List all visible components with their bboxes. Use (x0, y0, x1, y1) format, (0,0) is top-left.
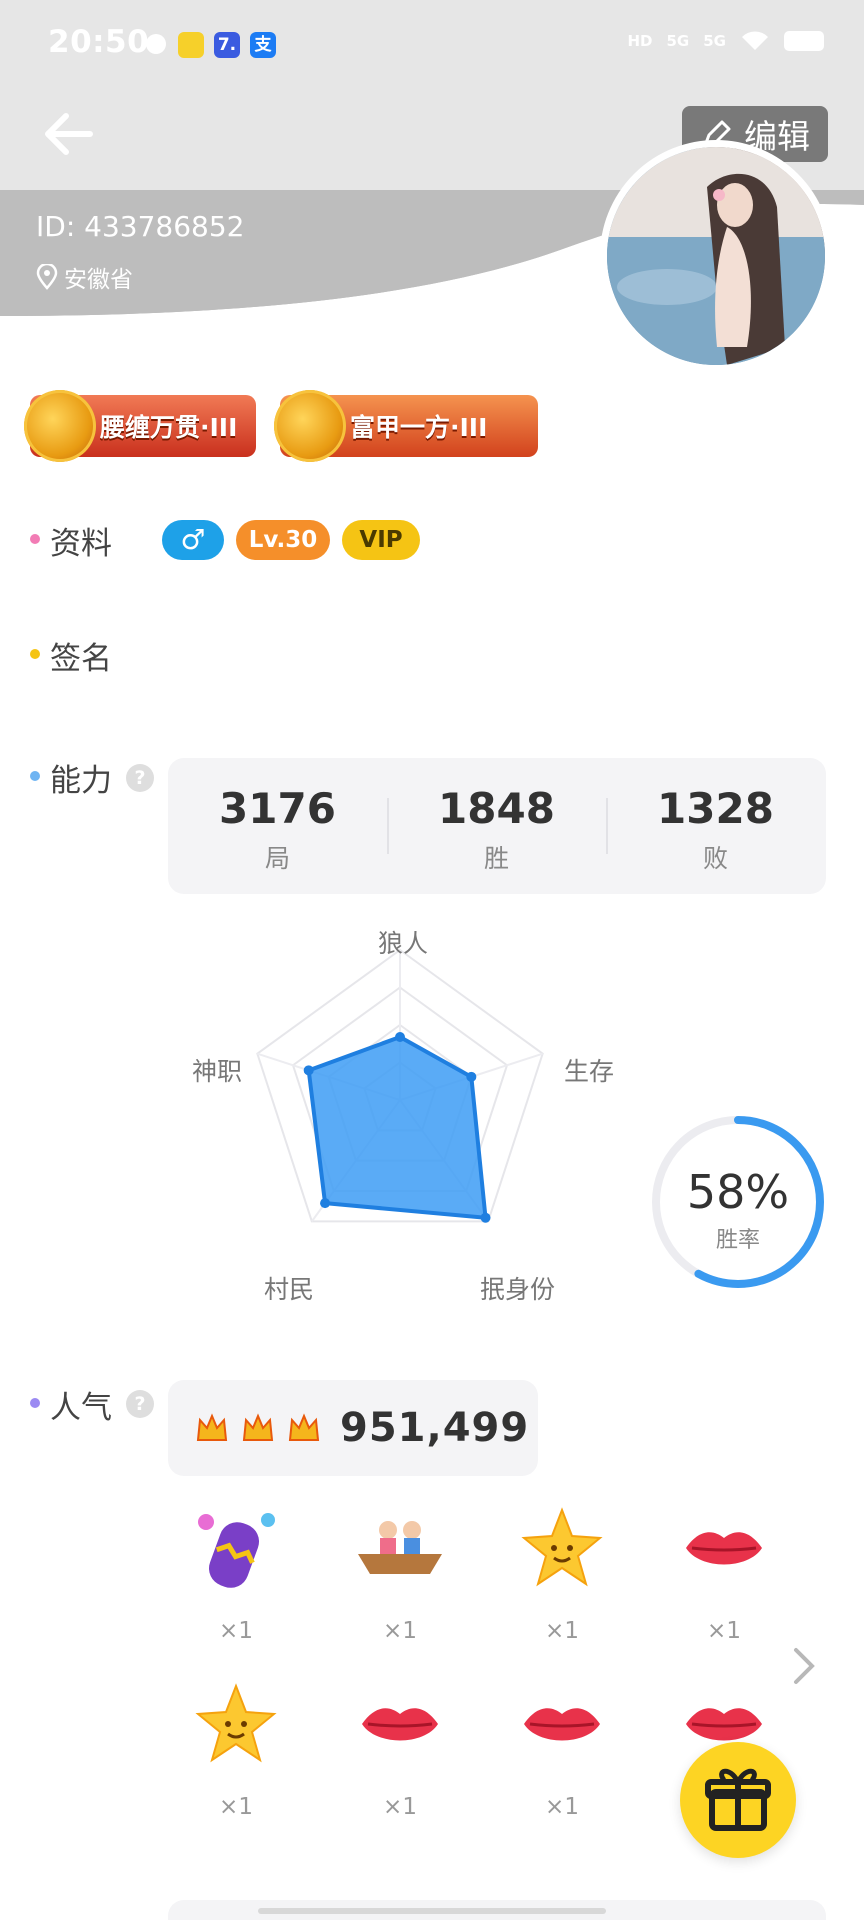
stat-value: 3176 (219, 784, 336, 833)
gender-badge: ♂ (162, 520, 224, 560)
win-rate-value: 58% (686, 1165, 790, 1219)
section-label-ability: 能力 (50, 763, 112, 799)
status-bar: 20:50 7. 支 HD 5G 5G (0, 0, 864, 90)
treasure-chest-icon (274, 390, 346, 462)
section-dot (30, 771, 40, 781)
location-text: 安徽省 (64, 267, 133, 293)
smiling-star-icon (195, 1683, 277, 1763)
gift-item[interactable]: ×1 (186, 1676, 286, 1820)
win-rate-caption: 胜率 (715, 1228, 760, 1253)
status-time: 20:50 (48, 24, 150, 60)
hd-icon: HD (627, 32, 653, 50)
section-label-profile: 资料 (50, 526, 112, 562)
radar-point (320, 1198, 331, 1209)
stat-value: 1848 (438, 784, 555, 833)
radar-label-identify: 抿身份 (480, 1275, 556, 1304)
gift-item[interactable]: ×1 (350, 1676, 450, 1820)
radar-point (466, 1071, 477, 1082)
stat-value: 1328 (657, 784, 774, 833)
level-badge: Lv.30 (236, 520, 330, 560)
back-button[interactable] (40, 108, 100, 160)
gift-item[interactable]: ×1 (674, 1500, 774, 1644)
section-dot (30, 1398, 40, 1408)
home-indicator[interactable] (258, 1908, 606, 1914)
crown-icon (288, 1413, 320, 1441)
couple-boat-icon (358, 1521, 442, 1574)
app-yellow-icon (178, 32, 204, 58)
chevron-right-icon[interactable] (790, 1644, 820, 1688)
firework-rocket-icon (198, 1513, 275, 1588)
popularity-card: 951,499 (168, 1380, 538, 1476)
chat-bubble-icon (146, 34, 166, 54)
stat-wins: 1848 胜 (387, 784, 606, 875)
ability-stats-card: 3176 局 1848 胜 1328 败 (168, 758, 826, 894)
radar-area (306, 1035, 488, 1220)
red-lips-icon (362, 1708, 438, 1741)
popularity-value: 951,499 (340, 1405, 530, 1451)
section-label-popularity: 人气 (50, 1390, 112, 1426)
gift-count: ×1 (545, 1618, 579, 1644)
wifi-icon (742, 31, 768, 50)
signal-5g-1: 5G (666, 32, 690, 50)
section-label-signature: 签名 (50, 641, 112, 677)
radar-svg (256, 948, 544, 1223)
gift-item[interactable]: ×1 (512, 1500, 612, 1644)
gift-item[interactable]: ×1 (350, 1500, 450, 1644)
help-icon[interactable]: ? (126, 1390, 154, 1418)
radar-point (480, 1212, 491, 1223)
status-right-icons: HD 5G 5G (627, 30, 824, 52)
stat-losses: 1328 败 (606, 784, 825, 875)
gift-count: ×1 (383, 1618, 417, 1644)
vip-badge: VIP (342, 520, 420, 560)
battery-icon (784, 31, 824, 51)
ability-radar-chart: 狼人 生存 抿身份 村民 神职 (180, 900, 620, 1320)
stat-caption: 败 (702, 844, 728, 873)
stat-caption: 局 (264, 844, 290, 873)
gift-box-icon (705, 1768, 771, 1831)
radar-point (395, 1032, 405, 1042)
badge-label: 腰缠万贯·III (100, 413, 238, 442)
radar-label-god: 神职 (192, 1057, 243, 1086)
location-pin-icon (36, 264, 58, 290)
red-lips-icon (524, 1708, 600, 1741)
gift-count: ×1 (219, 1618, 253, 1644)
section-dot (30, 534, 40, 544)
gift-item[interactable]: ×1 (186, 1500, 286, 1644)
gift-count: ×1 (545, 1794, 579, 1820)
app-seven-icon: 7. (214, 32, 240, 58)
avatar[interactable] (600, 140, 832, 372)
stat-caption: 胜 (483, 844, 509, 873)
help-icon[interactable]: ? (126, 764, 154, 792)
red-lips-icon (686, 1532, 762, 1565)
smiling-star-icon (521, 1507, 603, 1587)
location: 安徽省 (36, 260, 133, 294)
crown-icon (196, 1413, 228, 1441)
badge-wealth-1[interactable]: 腰缠万贯·III (24, 390, 256, 462)
avatar-photo (607, 147, 825, 365)
crown-icon (242, 1413, 274, 1441)
section-dot (30, 649, 40, 659)
radar-point (303, 1065, 314, 1076)
badge-wealth-2[interactable]: 富甲一方·III (274, 390, 538, 462)
money-bag-icon (24, 390, 96, 462)
gift-item[interactable]: ×1 (512, 1676, 612, 1820)
send-gift-button[interactable] (680, 1742, 796, 1858)
gift-count: ×1 (383, 1794, 417, 1820)
radar-label-werewolf: 狼人 (378, 929, 429, 958)
signal-5g-2: 5G (703, 32, 726, 50)
radar-label-survival: 生存 (564, 1057, 615, 1086)
radar-label-villager: 村民 (264, 1275, 315, 1304)
gift-count: ×1 (707, 1618, 741, 1644)
back-arrow-icon (45, 113, 93, 155)
alipay-icon: 支 (250, 32, 276, 58)
user-id: ID: 433786852 (36, 210, 245, 243)
gift-count: ×1 (219, 1794, 253, 1820)
stat-games: 3176 局 (168, 784, 387, 875)
badge-label: 富甲一方·III (350, 413, 488, 442)
